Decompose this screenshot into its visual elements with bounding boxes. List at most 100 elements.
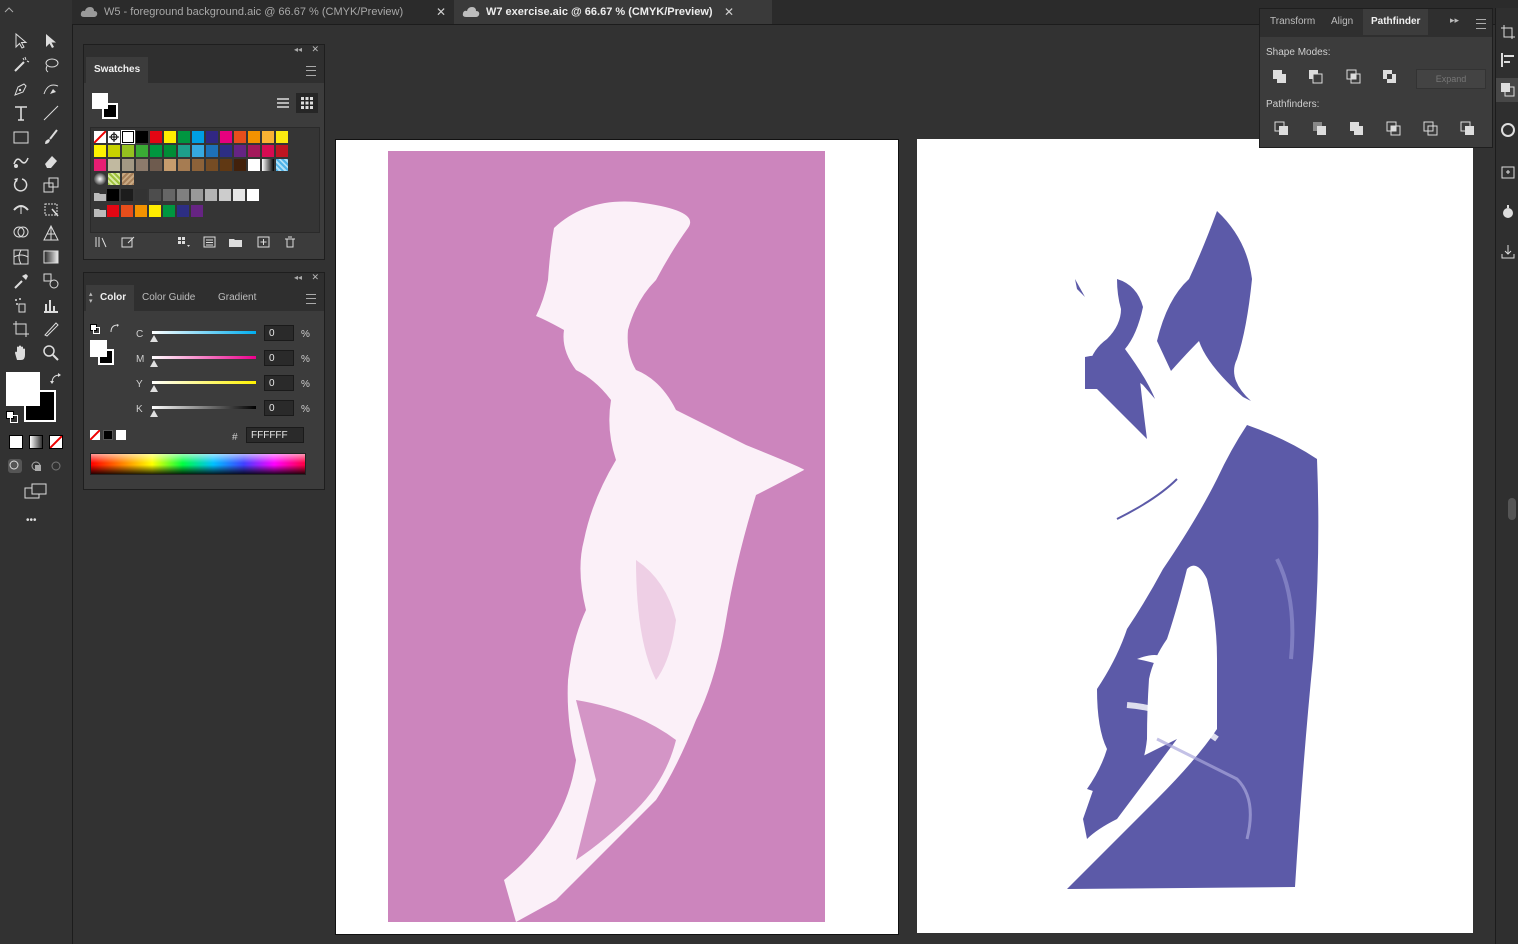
swatch[interactable] — [234, 131, 246, 143]
symbols-panel-icon[interactable] — [1500, 204, 1516, 220]
swatch[interactable] — [276, 159, 288, 171]
artboard-tool-icon[interactable] — [10, 318, 32, 340]
swatch[interactable] — [136, 159, 148, 171]
swatch[interactable] — [164, 145, 176, 157]
swatch[interactable] — [135, 189, 147, 201]
edit-toolbar-button[interactable]: ••• — [26, 515, 37, 526]
swatch[interactable] — [220, 145, 232, 157]
tab-color-guide[interactable]: Color Guide — [134, 285, 203, 311]
swatch[interactable] — [178, 145, 190, 157]
show-swatch-kinds-icon[interactable] — [176, 235, 192, 249]
new-swatch-icon[interactable] — [256, 235, 272, 249]
fill-swatch-front[interactable] — [6, 372, 40, 406]
purple-vector-artwork[interactable] — [917, 139, 1473, 933]
channel-c-thumb[interactable] — [150, 335, 158, 342]
swatch[interactable] — [177, 205, 189, 217]
swatch[interactable] — [108, 145, 120, 157]
channel-k-input[interactable]: 0 — [264, 400, 294, 416]
swatch[interactable] — [136, 145, 148, 157]
zoom-tool-icon[interactable] — [40, 342, 62, 364]
panel-menu-icon[interactable] — [1476, 19, 1486, 29]
swatch[interactable] — [149, 189, 161, 201]
vertical-scrollbar-thumb[interactable] — [1508, 498, 1516, 520]
swatch[interactable] — [164, 131, 176, 143]
expand-panel-icon[interactable]: ▸▸ — [1450, 15, 1459, 26]
gradient-mode-icon[interactable] — [29, 435, 43, 449]
swatch[interactable] — [276, 131, 288, 143]
default-colors-icon[interactable] — [90, 321, 100, 334]
swatch[interactable] — [262, 145, 274, 157]
draw-behind-icon[interactable] — [29, 459, 43, 473]
expand-panel-icon[interactable]: ▴ ▾ — [89, 291, 93, 305]
exclude-icon[interactable] — [1382, 69, 1398, 85]
default-fill-stroke-icon[interactable] — [6, 410, 18, 423]
channel-m-thumb[interactable] — [150, 360, 158, 367]
expand-button[interactable]: Expand — [1416, 69, 1486, 89]
asset-export-panel-icon[interactable] — [1500, 244, 1516, 260]
selection-tool-icon[interactable] — [10, 30, 32, 52]
collapse-panel-icon[interactable]: ◂◂ — [294, 45, 302, 54]
merge-icon[interactable] — [1349, 121, 1365, 137]
place-swatch-icon[interactable] — [120, 235, 136, 249]
swatch[interactable] — [191, 189, 203, 201]
collapse-toolbar-icon[interactable] — [4, 0, 14, 13]
align-panel-icon[interactable] — [1500, 52, 1516, 68]
swatch[interactable] — [248, 145, 260, 157]
channel-y-thumb[interactable] — [150, 385, 158, 392]
tab-align[interactable]: Align — [1323, 9, 1361, 35]
panel-menu-icon[interactable] — [306, 66, 316, 76]
registration-swatch[interactable] — [108, 131, 120, 143]
swatch[interactable] — [108, 159, 120, 171]
swatch[interactable] — [234, 159, 246, 171]
rotate-tool-icon[interactable] — [10, 174, 32, 196]
minus-back-icon[interactable] — [1460, 121, 1476, 137]
artboard-right[interactable] — [917, 139, 1473, 933]
swatch[interactable] — [206, 159, 218, 171]
close-panel-icon[interactable]: ✕ — [311, 44, 319, 55]
free-transform-tool-icon[interactable] — [40, 198, 62, 220]
symbol-sprayer-tool-icon[interactable] — [10, 294, 32, 316]
channel-y-input[interactable]: 0 — [264, 375, 294, 391]
mesh-tool-icon[interactable] — [10, 246, 32, 268]
shaper-tool-icon[interactable] — [10, 150, 32, 172]
tab-pathfinder[interactable]: Pathfinder — [1363, 9, 1429, 35]
pen-tool-icon[interactable] — [10, 78, 32, 100]
channel-k-thumb[interactable] — [150, 410, 158, 417]
swatch[interactable] — [149, 205, 161, 217]
swatch[interactable] — [262, 159, 274, 171]
tab-gradient[interactable]: Gradient — [210, 285, 264, 311]
swatch[interactable] — [247, 189, 259, 201]
perspective-grid-tool-icon[interactable] — [40, 222, 62, 244]
rectangle-tool-icon[interactable] — [10, 126, 32, 148]
none-color-swatch[interactable] — [90, 430, 100, 440]
intersect-icon[interactable] — [1346, 69, 1362, 85]
swatch[interactable] — [108, 173, 120, 185]
screen-mode-icon[interactable] — [24, 483, 48, 499]
swatch[interactable] — [135, 205, 147, 217]
hand-tool-icon[interactable] — [10, 342, 32, 364]
close-panel-icon[interactable]: ✕ — [311, 272, 319, 283]
swatch[interactable] — [107, 205, 119, 217]
tab-color[interactable]: Color — [86, 285, 135, 311]
swatch[interactable] — [192, 131, 204, 143]
type-tool-icon[interactable] — [10, 102, 32, 124]
pink-photo-artwork[interactable] — [336, 140, 898, 934]
magic-wand-tool-icon[interactable] — [10, 54, 32, 76]
swatch[interactable] — [220, 131, 232, 143]
delete-swatch-icon[interactable] — [282, 235, 298, 249]
swatch[interactable] — [276, 145, 288, 157]
direct-selection-tool-icon[interactable] — [40, 30, 62, 52]
minus-front-icon[interactable] — [1308, 69, 1324, 85]
color-spectrum[interactable] — [90, 453, 306, 475]
swatch[interactable] — [220, 159, 232, 171]
swatch[interactable] — [219, 189, 231, 201]
swatch-options-icon[interactable] — [202, 235, 218, 249]
swatch[interactable] — [94, 145, 106, 157]
curvature-tool-icon[interactable] — [40, 78, 62, 100]
shape-builder-tool-icon[interactable] — [10, 222, 32, 244]
close-tab-icon[interactable]: ✕ — [436, 0, 446, 24]
swatch[interactable] — [177, 189, 189, 201]
color-group-folder-icon[interactable] — [94, 189, 106, 201]
slice-tool-icon[interactable] — [40, 318, 62, 340]
crop-icon[interactable] — [1386, 121, 1402, 137]
